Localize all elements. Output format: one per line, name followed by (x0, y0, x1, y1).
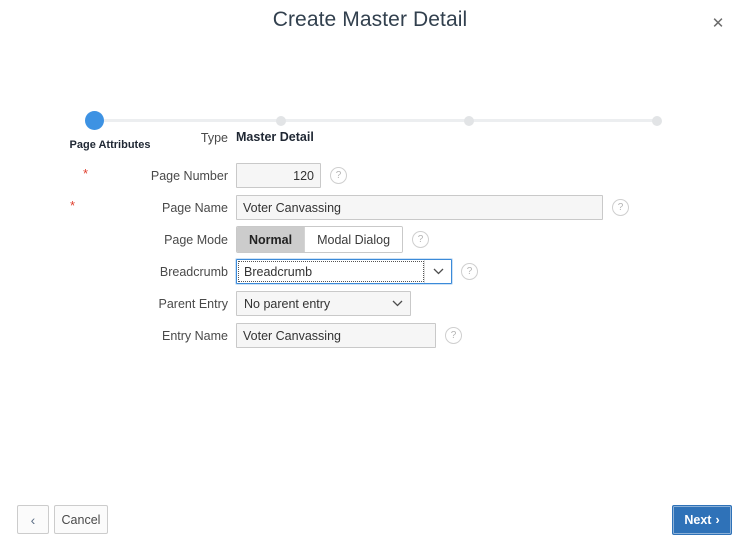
type-label: Type (200, 130, 228, 145)
page-name-control: ? (236, 195, 629, 220)
breadcrumb-control: Breadcrumb ? (236, 259, 478, 284)
form-area: Type Master Detail * Page Number ? * Pag… (0, 128, 740, 364)
page-name-label: * Page Name (0, 197, 228, 215)
required-asterisk: * (83, 165, 89, 181)
type-value: Master Detail (236, 130, 314, 144)
help-icon[interactable]: ? (412, 231, 430, 248)
wizard-track (94, 119, 657, 122)
page-mode-option-modal-dialog[interactable]: Modal Dialog (304, 227, 403, 252)
wizard-dot-icon (464, 116, 474, 126)
form-row-page-mode: Page Mode Normal Modal Dialog ? (0, 226, 740, 253)
page-mode-control: Normal Modal Dialog ? (236, 226, 430, 253)
dialog-footer: ‹ Cancel Next › (0, 494, 740, 544)
breadcrumb-select-value: Breadcrumb (244, 264, 313, 279)
entry-name-input[interactable] (236, 323, 436, 348)
help-icon[interactable]: ? (330, 167, 347, 184)
cancel-button[interactable]: Cancel (54, 505, 108, 534)
back-button[interactable]: ‹ (17, 505, 49, 534)
next-button[interactable]: Next › (672, 505, 732, 535)
entry-name-control: ? (236, 323, 462, 348)
page-number-input[interactable] (236, 163, 321, 188)
help-icon[interactable]: ? (445, 327, 462, 344)
parent-entry-control: No parent entry (236, 291, 411, 316)
chevron-down-icon (384, 300, 410, 307)
wizard-progress: Page Attributes (0, 54, 740, 151)
form-row-type: Type Master Detail (0, 128, 740, 147)
parent-entry-label: Parent Entry (158, 296, 228, 311)
breadcrumb-label: Breadcrumb (159, 264, 228, 279)
close-icon[interactable]: ✕ (707, 12, 729, 34)
parent-entry-select[interactable]: No parent entry (236, 291, 411, 316)
entry-name-label: Entry Name (162, 328, 228, 343)
page-mode-toggle-group: Normal Modal Dialog (236, 226, 404, 253)
page-number-control: ? (236, 163, 347, 188)
page-mode-option-normal[interactable]: Normal (237, 227, 305, 252)
parent-entry-select-value: No parent entry (244, 296, 331, 311)
page-name-label-text: Page Name (161, 200, 228, 215)
chevron-down-icon (424, 260, 451, 283)
page-number-label: * Page Number (0, 165, 228, 183)
page-title: Create Master Detail (272, 8, 468, 31)
dialog-header: Create Master Detail ✕ (0, 0, 740, 44)
type-control: Master Detail (236, 128, 314, 147)
page-name-input[interactable] (236, 195, 603, 220)
wizard-dot-icon (276, 116, 286, 126)
breadcrumb-select[interactable]: Breadcrumb (236, 259, 452, 284)
next-button-label: Next (684, 513, 712, 527)
help-icon[interactable]: ? (612, 199, 629, 216)
page-number-label-text: Page Number (150, 168, 228, 183)
help-icon[interactable]: ? (461, 263, 478, 280)
page-mode-label: Page Mode (164, 232, 228, 247)
form-row-breadcrumb: Breadcrumb Breadcrumb ? (0, 259, 740, 284)
required-asterisk: * (70, 197, 76, 213)
chevron-right-icon: › (715, 513, 720, 527)
wizard-dot-icon (652, 116, 662, 126)
form-row-page-number: * Page Number ? (0, 163, 740, 188)
form-row-parent-entry: Parent Entry No parent entry (0, 291, 740, 316)
form-row-page-name: * Page Name ? (0, 195, 740, 220)
form-row-entry-name: Entry Name ? (0, 323, 740, 348)
